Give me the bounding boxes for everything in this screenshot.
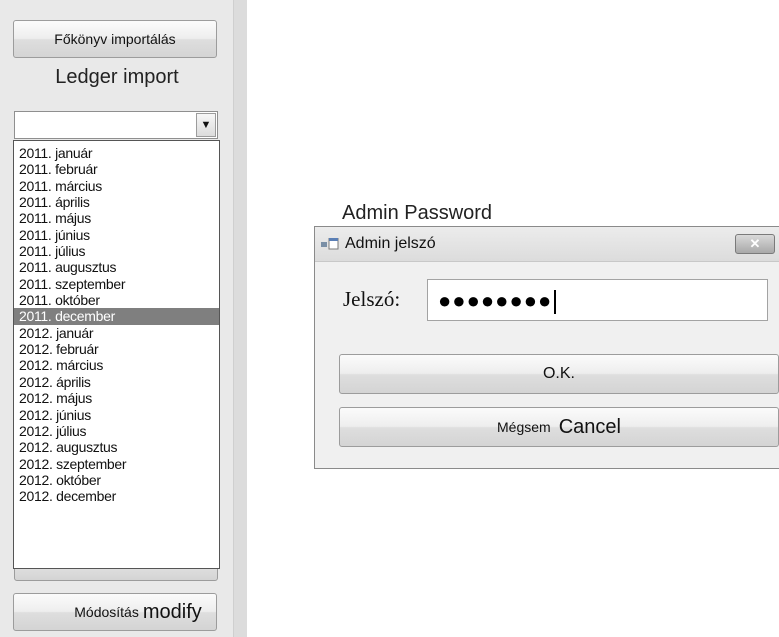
month-option[interactable]: 2011. december bbox=[14, 308, 219, 325]
month-select[interactable]: ▼ bbox=[14, 111, 218, 139]
month-option[interactable]: 2011. március bbox=[14, 178, 219, 194]
month-option[interactable]: 2011. október bbox=[14, 292, 219, 308]
month-option[interactable]: 2011. június bbox=[14, 227, 219, 243]
modify-button[interactable]: Módosítás modify bbox=[13, 593, 217, 631]
month-option[interactable]: 2012. augusztus bbox=[14, 439, 219, 455]
app-icon bbox=[321, 238, 339, 250]
import-ledger-button[interactable]: Főkönyv importálás bbox=[13, 20, 217, 58]
month-option[interactable]: 2011. július bbox=[14, 243, 219, 259]
month-option[interactable]: 2011. január bbox=[14, 145, 219, 161]
close-icon[interactable]: ✕ bbox=[735, 234, 775, 254]
dialog-titlebar[interactable]: Admin jelszó ✕ bbox=[315, 227, 779, 262]
month-option[interactable]: 2011. február bbox=[14, 161, 219, 177]
ledger-import-caption: Ledger import bbox=[55, 66, 179, 88]
month-option[interactable]: 2012. március bbox=[14, 357, 219, 373]
month-option[interactable]: 2011. szeptember bbox=[14, 276, 219, 292]
month-option[interactable]: 2012. január bbox=[14, 325, 219, 341]
left-panel: Főkönyv importálás Ledger import ▼ 2011.… bbox=[0, 0, 233, 637]
password-field[interactable]: ●●●●●●●● bbox=[427, 279, 768, 321]
cancel-button-label: Mégsem bbox=[497, 419, 551, 435]
password-label: Jelszó: bbox=[343, 287, 401, 311]
month-dropdown-list[interactable]: 2011. január 2011. február 2011. március 20… bbox=[13, 140, 220, 569]
month-option[interactable]: 2012. október bbox=[14, 472, 219, 488]
month-option[interactable]: 2011. április bbox=[14, 194, 219, 210]
month-option[interactable]: 2012. április bbox=[14, 374, 219, 390]
month-option[interactable]: 2012. szeptember bbox=[14, 456, 219, 472]
import-ledger-button-label: Főkönyv importálás bbox=[54, 31, 176, 47]
month-option[interactable]: 2012. december bbox=[14, 488, 219, 504]
cancel-caption: Cancel bbox=[558, 415, 621, 438]
admin-password-caption: Admin Password bbox=[342, 202, 493, 224]
password-value: ●●●●●●●● bbox=[438, 288, 553, 313]
panel-divider bbox=[233, 0, 247, 637]
admin-password-dialog: Admin jelszó ✕ Jelszó: ●●●●●●●● O.K. Még… bbox=[314, 226, 779, 469]
ok-button[interactable]: O.K. bbox=[339, 354, 779, 394]
month-option[interactable]: 2012. július bbox=[14, 423, 219, 439]
modify-button-label: Módosítás bbox=[74, 604, 139, 620]
chevron-down-icon[interactable]: ▼ bbox=[196, 113, 216, 137]
modify-caption: modify bbox=[142, 600, 202, 623]
text-caret bbox=[554, 290, 557, 315]
month-option[interactable]: 2011. augusztus bbox=[14, 259, 219, 275]
dialog-title: Admin jelszó bbox=[345, 235, 436, 252]
month-option[interactable]: 2011. május bbox=[14, 210, 219, 226]
month-option[interactable]: 2012. február bbox=[14, 341, 219, 357]
month-option[interactable]: 2012. május bbox=[14, 390, 219, 406]
month-option[interactable]: 2012. június bbox=[14, 407, 219, 423]
cancel-button[interactable]: Mégsem Cancel bbox=[339, 407, 779, 447]
ok-button-label: O.K. bbox=[542, 365, 575, 382]
